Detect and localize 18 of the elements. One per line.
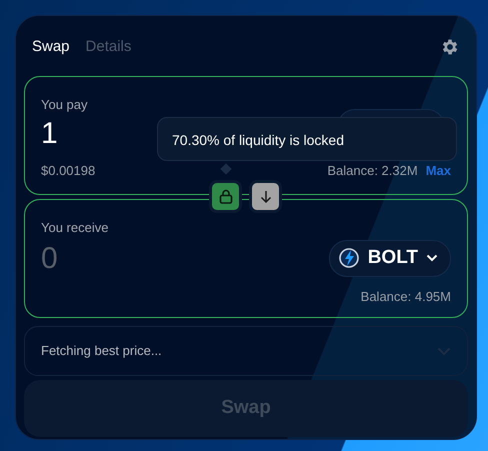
receive-label: You receive (41, 219, 108, 237)
token-selector[interactable]: BOLT (328, 240, 451, 276)
balance-text: Balance: 2.32M (327, 162, 418, 180)
swap-direction-button[interactable] (249, 180, 282, 213)
balance-text: Balance: 4.95M (360, 288, 451, 304)
tooltip-pointer (220, 163, 232, 175)
arrow-down-icon (260, 190, 272, 203)
route-dropdown[interactable]: Fetching best price... (24, 326, 468, 376)
lock-button[interactable] (209, 180, 242, 213)
usd-value: $0.00198 (41, 162, 96, 180)
tooltip: 70.30% of liquidity is locked (157, 117, 457, 161)
chevron-down-icon (426, 254, 438, 262)
settings-icon[interactable] (440, 37, 460, 57)
pay-label: You pay (41, 96, 88, 114)
chevron-down-icon (437, 346, 451, 356)
lock-icon (218, 189, 232, 204)
tab[interactable]: Swap (32, 36, 70, 58)
token-logo-icon (338, 247, 360, 270)
